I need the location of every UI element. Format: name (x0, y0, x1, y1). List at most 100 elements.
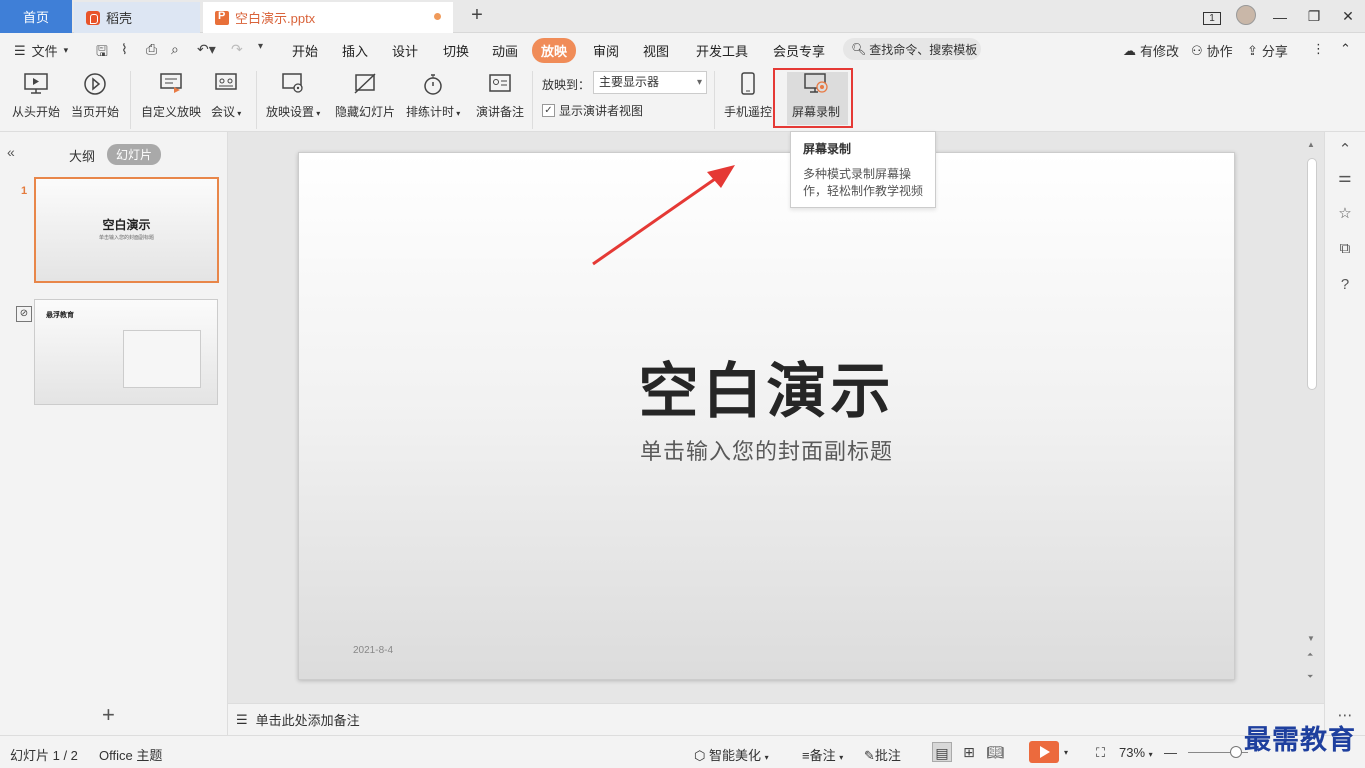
scroll-down-icon[interactable]: ▼ (1307, 634, 1315, 643)
restore-button[interactable]: ❐ (1297, 8, 1331, 25)
zoom-level[interactable]: 73% ▾ (1119, 745, 1153, 760)
more-menu-button[interactable]: ⋮ (1312, 41, 1325, 57)
user-avatar-button[interactable] (1229, 5, 1263, 28)
format-painter-icon[interactable]: ⌇ (121, 41, 128, 58)
hide-slide-icon (352, 71, 378, 97)
red-arrow-annotation (592, 165, 735, 266)
new-tab-button[interactable]: + (466, 4, 488, 27)
tab-home[interactable]: 首页 (0, 0, 72, 33)
vertical-scrollbar[interactable]: ▲ ▼ ⏶ ⏷ (1305, 140, 1321, 700)
thumb2-title: 悬浮教育 (46, 312, 74, 319)
tab-home-label: 首页 (22, 10, 49, 25)
print-preview-icon[interactable]: ⌕ (171, 41, 179, 58)
slide-thumbnail-1[interactable]: 空白演示 单击输入您的封面副标题 (34, 177, 219, 283)
tab-daoke[interactable]: 稻壳 (74, 2, 200, 33)
help-icon[interactable]: ? (1335, 276, 1355, 296)
tab-insert[interactable]: 插入 (342, 41, 368, 60)
notes-bar[interactable]: ☰ 单击此处添加备注 (228, 703, 1324, 735)
tab-start[interactable]: 开始 (292, 41, 318, 60)
sorter-view-icon[interactable]: ⊞ (959, 742, 979, 762)
share-button[interactable]: ⇪ 分享 (1247, 41, 1288, 60)
more-vertical-icon: ⋮ (1312, 41, 1325, 56)
tab-slides[interactable]: 幻灯片 (107, 144, 162, 165)
custom-show-button[interactable]: 自定义放映 (141, 71, 201, 120)
start-from-beginning-label: 从头开始 (12, 105, 61, 119)
stopwatch-icon (420, 71, 446, 97)
tab-developer[interactable]: 开发工具 (696, 41, 748, 60)
project-to-select[interactable]: 主要显示器 (593, 71, 707, 94)
hide-slide-button[interactable]: 隐藏幻灯片 (335, 71, 395, 120)
notes-placeholder[interactable]: 单击此处添加备注 (256, 710, 360, 729)
presenter-view-checkbox[interactable]: ✓ 显示演讲者视图 (542, 102, 643, 119)
notes-toggle-icon: ≡ (802, 748, 810, 763)
animation-icon[interactable]: ⧉ (1335, 240, 1355, 260)
zoom-slider-knob[interactable] (1230, 746, 1242, 758)
unsaved-dot-icon (434, 13, 441, 20)
tab-animation[interactable]: 动画 (492, 41, 518, 60)
presentation-file-icon (215, 10, 229, 25)
tab-document[interactable]: 空白演示.pptx (203, 2, 453, 33)
slide-subtitle[interactable]: 单击输入您的封面副标题 (299, 434, 1234, 466)
title-bar: 首页 稻壳 空白演示.pptx + 1 — ❐ ✕ (0, 0, 1365, 33)
page-badge: 1 (1203, 12, 1221, 25)
show-settings-button[interactable]: 放映设置 ▾ (266, 71, 320, 120)
collapse-panel-icon[interactable]: « (7, 144, 15, 160)
page-count-button[interactable]: 1 (1195, 8, 1229, 25)
theme-name[interactable]: Office 主题 (99, 745, 162, 764)
file-menu-label: 文件 (31, 44, 58, 59)
collaborate-button[interactable]: ⚇ 协作 (1191, 41, 1233, 60)
menu-bar: ☰ 文件 ▾ 🖫 ⌇ ⎙ ⌕ ↶▾ ↷ ▾ 开始 插入 设计 切换 动画 放映 审阅… (0, 33, 1365, 65)
quick-access-more-icon[interactable]: ▾ (258, 41, 263, 52)
properties-icon[interactable]: ⚌ (1335, 168, 1355, 188)
notes-toggle-button[interactable]: ≡备注 ▾ (802, 745, 843, 764)
play-slideshow-button[interactable] (1029, 741, 1059, 763)
zoom-out-button[interactable]: — (1164, 745, 1177, 760)
start-from-beginning-button[interactable]: 从头开始 (12, 71, 60, 120)
scrollbar-thumb[interactable] (1307, 158, 1317, 390)
tab-outline[interactable]: 大纲 (69, 146, 95, 165)
file-menu[interactable]: ☰ 文件 ▾ (14, 41, 68, 60)
redo-icon[interactable]: ↷ (231, 41, 243, 58)
rehearse-timing-button[interactable]: 排练计时 ▾ (406, 71, 460, 120)
tab-document-label: 空白演示.pptx (235, 11, 316, 26)
command-search[interactable]: 🔍︎ 查找命令、搜索模板 (843, 38, 981, 60)
smart-beautify-button[interactable]: ⬡ 智能美化 ▾ (694, 745, 769, 764)
tab-view[interactable]: 视图 (643, 41, 669, 60)
show-settings-text: 放映设置 (266, 105, 315, 119)
current-slide[interactable]: 空白演示 单击输入您的封面副标题 2021-8-4 (298, 152, 1235, 680)
comments-button[interactable]: ✎批注 (864, 745, 901, 764)
undo-icon[interactable]: ↶▾ (197, 41, 216, 58)
slide-thumbnail-2[interactable]: 悬浮教育 (34, 299, 218, 405)
star-icon[interactable]: ☆ (1335, 204, 1355, 224)
slide-title[interactable]: 空白演示 (299, 343, 1234, 430)
reading-view-icon[interactable]: 📖︎ (985, 742, 1005, 762)
add-slide-button[interactable]: + (102, 702, 115, 728)
fit-window-icon[interactable]: ⛶ (1096, 745, 1105, 761)
start-from-current-button[interactable]: 当页开始 (71, 71, 119, 120)
ribbon-slideshow: 从头开始 当页开始 自定义放映 会议 ▾ 放映设置 ▾ 隐藏幻灯片 排练计时 ▾… (0, 65, 1365, 132)
scroll-up-icon[interactable]: ▲ (1307, 140, 1315, 149)
notes-toggle-label: 备注 (809, 748, 836, 763)
chevron-up-icon[interactable]: ⌃ (1335, 140, 1355, 160)
modify-status-button[interactable]: ☁ 有修改 (1123, 41, 1179, 60)
comment-icon: ✎ (864, 748, 875, 763)
tab-transition[interactable]: 切换 (443, 41, 469, 60)
print-icon[interactable]: ⎙ (146, 41, 157, 58)
tab-member[interactable]: 会员专享 (773, 41, 825, 60)
meeting-button[interactable]: 会议 ▾ (211, 71, 241, 120)
tab-review[interactable]: 审阅 (593, 41, 619, 60)
previous-slide-icon[interactable]: ⏶ (1307, 650, 1313, 660)
tab-design[interactable]: 设计 (392, 41, 418, 60)
speaker-notes-button[interactable]: 演讲备注 (476, 71, 524, 120)
tab-slideshow[interactable]: 放映 (532, 38, 577, 63)
minimize-button[interactable]: — (1263, 9, 1297, 25)
collapse-ribbon-button[interactable]: ⌃ (1340, 41, 1351, 57)
save-icon[interactable]: 🖫 (96, 41, 108, 65)
close-button[interactable]: ✕ (1331, 8, 1365, 25)
meeting-label: 会议 ▾ (211, 105, 242, 119)
next-slide-icon[interactable]: ⏷ (1307, 672, 1313, 682)
phone-remote-button[interactable]: 手机遥控 (724, 71, 772, 120)
play-options-chevron-icon[interactable]: ▾ (1064, 748, 1068, 757)
tooltip-title: 屏幕录制 (803, 142, 852, 156)
normal-view-icon[interactable]: ▤ (932, 742, 952, 762)
